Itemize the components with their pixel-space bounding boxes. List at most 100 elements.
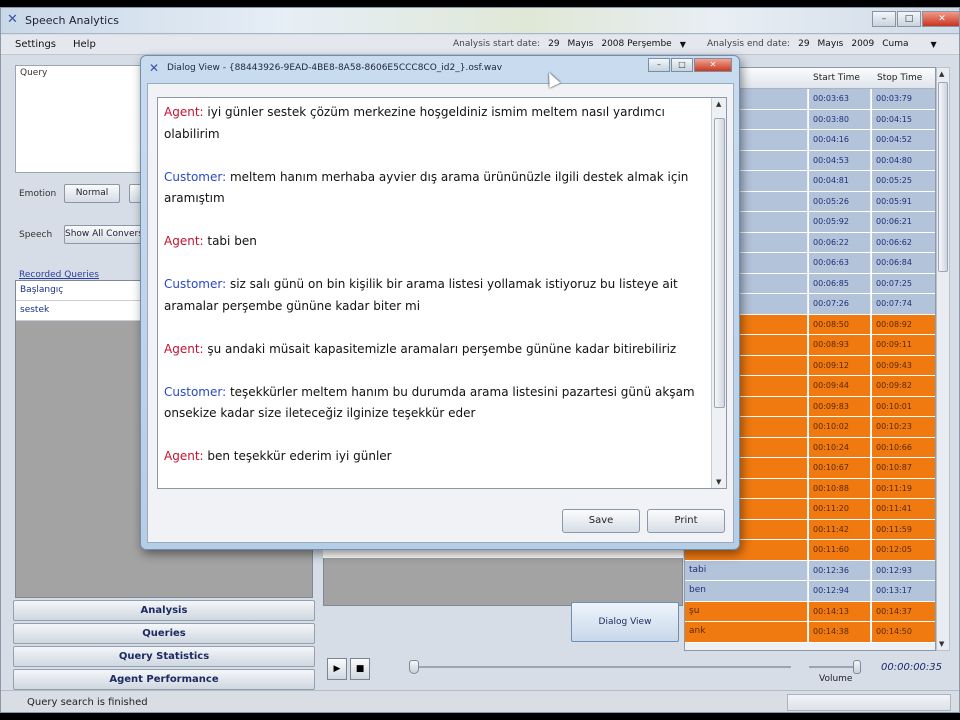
query-statistics-button[interactable]: Query Statistics (13, 646, 315, 667)
queries-button[interactable]: Queries (13, 623, 315, 644)
show-all-conversations-button[interactable]: Show All Conversations (64, 225, 152, 244)
utterance-text: siz salı günü on bin kişilik bir arama l… (164, 277, 678, 313)
cell-stop-time: 00:06:62 (871, 232, 935, 252)
agent-performance-button[interactable]: Agent Performance (13, 669, 315, 690)
dialog-body: Agent: iyi günler sestek çözüm merkezine… (147, 83, 734, 543)
window-title: Speech Analytics (25, 14, 119, 27)
cell-start-time: 00:14:13 (808, 601, 870, 621)
scroll-thumb[interactable] (938, 82, 948, 272)
table-row[interactable]: ank 00:14:38 00:14:50 (685, 622, 935, 643)
transcript-scrollbar[interactable]: ▲ ▼ (711, 98, 726, 488)
cell-start-time: 00:06:63 (808, 253, 870, 273)
cell-stop-time: 00:08:92 (871, 314, 935, 334)
cell-stop-time: 00:14:37 (871, 601, 935, 621)
cell-word: ben (685, 581, 807, 601)
cell-stop-time: 00:07:25 (871, 273, 935, 293)
cell-stop-time: 00:12:93 (871, 560, 935, 580)
menu-bar: Settings Help Analysis start date: 29 Ma… (1, 35, 959, 55)
cell-stop-time: 00:10:23 (871, 417, 935, 437)
transcript-line: Customer: teşekkürler meltem hanım bu du… (164, 382, 709, 425)
cell-start-time: 00:03:80 (808, 109, 870, 129)
speaker-agent: Agent: (164, 234, 204, 248)
cell-start-time: 00:06:85 (808, 273, 870, 293)
print-button[interactable]: Print (647, 509, 725, 533)
save-button[interactable]: Save (562, 509, 640, 533)
volume-track[interactable] (809, 666, 857, 668)
cell-stop-time: 00:11:59 (871, 519, 935, 539)
cell-start-time: 00:10:24 (808, 437, 870, 457)
transcript-box[interactable]: Agent: iyi günler sestek çözüm merkezine… (157, 97, 727, 489)
chevron-down-icon[interactable]: ▼ (931, 40, 937, 49)
title-bar[interactable]: ✕ Speech Analytics – □ ✕ (1, 8, 959, 34)
volume-slider-handle[interactable] (853, 660, 861, 674)
start-date-month: Mayıs (567, 39, 594, 49)
end-date-weekday: Cuma (882, 39, 909, 49)
cell-start-time: 00:12:94 (808, 581, 870, 601)
table-row[interactable]: tabi 00:12:36 00:12:93 (685, 560, 935, 581)
utterance-text: tabi ben (203, 234, 257, 248)
analysis-end-date[interactable]: Analysis end date: 29 Mayıs 2009 Cuma ▼ (707, 39, 937, 49)
cell-word: şu (685, 601, 807, 621)
play-button[interactable]: ▶ (327, 658, 347, 680)
transcript-line: Agent: iyi günler sestek çözüm merkezine… (164, 102, 709, 145)
maximize-button[interactable]: □ (897, 11, 921, 27)
table-scrollbar[interactable]: ▲ ▼ (936, 67, 950, 651)
scroll-down-icon[interactable]: ▼ (939, 640, 944, 648)
analysis-start-date[interactable]: Analysis start date: 29 Mayıs 2008 Perşe… (453, 39, 686, 49)
cell-stop-time: 00:13:17 (871, 581, 935, 601)
cell-stop-time: 00:12:05 (871, 540, 935, 560)
table-row[interactable]: ben 00:12:94 00:13:17 (685, 581, 935, 602)
chevron-down-icon[interactable]: ▼ (680, 40, 686, 49)
cell-stop-time: 00:05:91 (871, 191, 935, 211)
transcript-line: Agent: ben teşekkür ederim iyi günler (164, 446, 709, 468)
scroll-down-icon[interactable]: ▼ (716, 478, 721, 486)
query-label: Query (20, 68, 48, 78)
utterance-text: ben teşekkür ederim iyi günler (203, 449, 392, 463)
cell-stop-time: 00:07:74 (871, 294, 935, 314)
end-date-year: 2009 (851, 39, 875, 49)
dialog-minimize-button[interactable]: – (648, 58, 670, 72)
scroll-thumb[interactable] (714, 118, 725, 408)
menu-settings[interactable]: Settings (15, 39, 56, 50)
seek-slider-handle[interactable] (409, 660, 419, 674)
scroll-up-icon[interactable]: ▲ (939, 70, 944, 78)
scroll-up-icon[interactable]: ▲ (716, 100, 721, 108)
dialog-close-button[interactable]: ✕ (694, 58, 732, 72)
start-date-label: Analysis start date: (453, 39, 541, 49)
screen: ✕ Speech Analytics – □ ✕ Settings Help A… (0, 0, 960, 720)
cell-start-time: 00:11:20 (808, 499, 870, 519)
column-header-start-time[interactable]: Start Time (813, 73, 860, 83)
utterance-text: şu andaki müsait kapasitemizle aramaları… (203, 341, 677, 356)
cell-stop-time: 00:10:66 (871, 437, 935, 457)
cell-start-time: 00:03:63 (808, 89, 870, 109)
transcript-line: Customer: siz salı günü on bin kişilik b… (164, 274, 709, 317)
analysis-button[interactable]: Analysis (13, 600, 315, 621)
cell-start-time: 00:06:22 (808, 232, 870, 252)
status-bar: Query search is finished (1, 690, 959, 712)
speaker-customer: Customer: (164, 277, 227, 291)
cell-start-time: 00:05:26 (808, 191, 870, 211)
dialog-maximize-button[interactable]: □ (671, 58, 693, 72)
dialog-view-button[interactable]: Dialog View (571, 602, 679, 642)
status-text: Query search is finished (27, 697, 148, 708)
dialog-title[interactable]: Dialog View - {88443926-9EAD-4BE8-8A58-8… (167, 63, 502, 73)
menu-help[interactable]: Help (73, 39, 96, 50)
seek-track[interactable] (411, 666, 791, 668)
table-row[interactable]: şu 00:14:13 00:14:37 (685, 601, 935, 622)
cell-word: tabi (685, 560, 807, 580)
cell-stop-time: 00:09:82 (871, 376, 935, 396)
cell-stop-time: 00:04:80 (871, 150, 935, 170)
emotion-normal-button[interactable]: Normal (64, 184, 120, 203)
app-logo-icon: ✕ (149, 61, 160, 75)
cell-start-time: 00:04:81 (808, 171, 870, 191)
cell-start-time: 00:05:92 (808, 212, 870, 232)
cell-stop-time: 00:04:15 (871, 109, 935, 129)
column-header-stop-time[interactable]: Stop Time (877, 73, 922, 83)
cell-stop-time: 00:06:21 (871, 212, 935, 232)
cell-stop-time: 00:11:41 (871, 499, 935, 519)
start-date-day: 29 (548, 39, 560, 49)
close-button[interactable]: ✕ (922, 11, 959, 27)
end-date-label: Analysis end date: (707, 39, 791, 49)
minimize-button[interactable]: – (872, 11, 896, 27)
stop-button[interactable]: ■ (350, 658, 370, 680)
